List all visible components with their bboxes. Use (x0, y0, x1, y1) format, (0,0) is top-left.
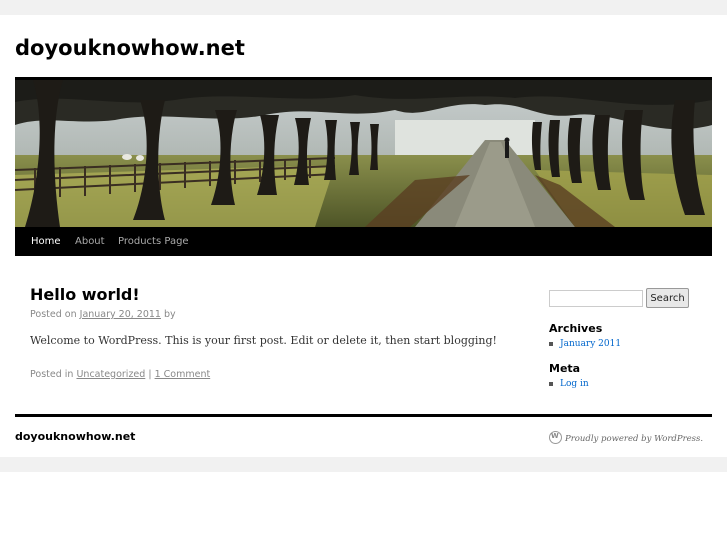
post-date-link[interactable]: January 20, 2011 (80, 309, 161, 320)
bottom-band (0, 457, 727, 472)
meta-item: Log in (549, 378, 589, 390)
header-image (15, 80, 712, 227)
nav-item-products-page[interactable]: Products Page (118, 236, 189, 247)
post-footer-meta: Posted in Uncategorized | 1 Comment (30, 369, 210, 380)
meta-widget-title: Meta (549, 362, 581, 375)
login-link[interactable]: Log in (560, 379, 589, 389)
archive-link-january-2011[interactable]: January 2011 (560, 339, 621, 349)
post-content: Welcome to WordPress. This is your first… (30, 334, 497, 347)
top-band (0, 0, 727, 15)
posted-in-label: Posted in (30, 369, 74, 380)
post-title[interactable]: Hello world! (30, 285, 140, 304)
posted-on-label: Posted on (30, 309, 77, 320)
footer-site-title[interactable]: doyouknowhow.net (15, 430, 135, 443)
wordpress-logo-icon (549, 431, 562, 444)
footer-credit-text: Proudly powered by WordPress. (565, 434, 704, 444)
meta-list: Log in (549, 378, 589, 390)
archives-list: January 2011 (549, 338, 621, 350)
archives-widget-title: Archives (549, 322, 603, 335)
footer-rule (15, 414, 712, 417)
by-label: by (164, 309, 176, 320)
main-navigation: Home About Products Page (15, 227, 712, 256)
footer-credit-link[interactable]: Proudly powered by WordPress. (549, 431, 703, 444)
archive-item: January 2011 (549, 338, 621, 350)
post-meta: Posted on January 20, 2011 by (30, 309, 176, 320)
nav-item-home[interactable]: Home (31, 236, 61, 247)
search-input[interactable] (549, 290, 643, 307)
search-button[interactable]: Search (646, 288, 689, 308)
comments-link[interactable]: 1 Comment (155, 369, 211, 380)
site-title[interactable]: doyouknowhow.net (15, 36, 245, 60)
meta-separator: | (148, 369, 152, 380)
nav-item-about[interactable]: About (75, 236, 105, 247)
category-link[interactable]: Uncategorized (76, 369, 145, 380)
